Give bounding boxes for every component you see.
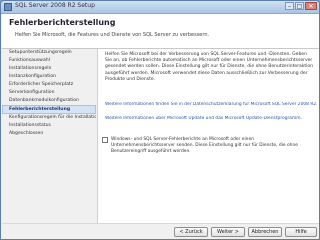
sql-server-app-icon [4,3,12,11]
sidebar-item-setup-rules[interactable]: Setupunterstützungsregeln [2,49,96,57]
page-title: Fehlerberichterstellung [9,18,116,27]
sidebar-item-installation-progress[interactable]: Installationsstatus [2,122,96,130]
sidebar-item-error-reporting[interactable]: Fehlerberichterstellung [2,105,96,114]
error-report-option[interactable]: Windows- und SQL Server-Fehlerberichte a… [102,137,316,155]
button-bar: < Zurück Weiter > Abbrechen Hilfe [2,223,319,239]
privacy-statement-link[interactable]: Weitere Informationen finden Sie in der … [105,102,317,107]
main-content: Helfen Sie Microsoft bei der Verbesserun… [97,49,319,223]
sidebar-item-database-engine[interactable]: Datenbankmodulkonfiguration [2,97,96,105]
sidebar-item-disk-space[interactable]: Erforderlicher Speicherplatz [2,81,96,89]
setup-steps-sidebar: Setupunterstützungsregeln Funktionsauswa… [2,49,96,223]
cancel-button[interactable]: Abbrechen [248,227,282,237]
next-button[interactable]: Weiter > [211,227,245,237]
description-paragraph: Helfen Sie Microsoft bei der Verbesserun… [105,52,314,82]
page-subtitle: Helfen Sie Microsoft, die Features und D… [15,32,210,38]
sidebar-item-installation-rules[interactable]: Installationsregeln [2,65,96,73]
sidebar-item-install-config-rules[interactable]: Konfigurationsregeln für die Installatio… [2,114,96,122]
setup-window: SQL Server 2008 R2 Setup – □ ✕ Fehlerber… [0,0,320,240]
page-header: Fehlerberichterstellung Helfen Sie Micro… [2,14,319,49]
sidebar-item-instance-configuration[interactable]: Instanzkonfiguration [2,73,96,81]
title-bar: SQL Server 2008 R2 Setup – □ ✕ [1,1,319,14]
send-error-reports-checkbox[interactable] [102,137,108,143]
help-button[interactable]: Hilfe [285,227,317,237]
minimize-button[interactable]: – [285,2,294,10]
sidebar-item-complete[interactable]: Abgeschlossen [2,130,96,138]
microsoft-update-link[interactable]: Weitere Informationen über Microsoft Upd… [105,116,317,121]
send-error-reports-label[interactable]: Windows- und SQL Server-Fehlerberichte a… [111,137,316,155]
back-button[interactable]: < Zurück [174,227,208,237]
window-title: SQL Server 2008 R2 Setup [15,2,95,9]
sidebar-item-feature-selection[interactable]: Funktionsauswahl [2,57,96,65]
sidebar-item-server-configuration[interactable]: Serverkonfiguration [2,89,96,97]
close-button[interactable]: ✕ [305,2,317,10]
window-controls: – □ ✕ [285,2,317,10]
maximize-button[interactable]: □ [295,2,304,10]
